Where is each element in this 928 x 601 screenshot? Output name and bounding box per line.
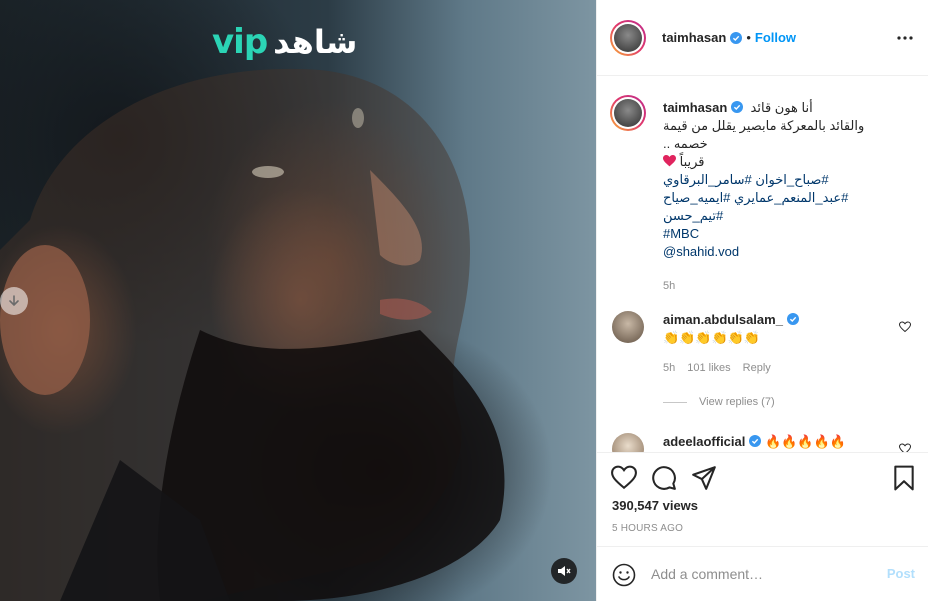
mute-button[interactable] — [551, 558, 577, 584]
header-user-row: taimhasan • Follow — [662, 30, 796, 45]
add-comment-bar: Post — [597, 546, 928, 601]
caption-line-4-row: قريباً — [663, 153, 893, 171]
caption-first-line: taimhasan أنا هون قائد — [663, 99, 893, 117]
comment-body: adeelaofficial 🔥🔥🔥🔥🔥 — [663, 433, 873, 451]
views-count[interactable]: 390,547 views — [612, 498, 698, 513]
red-heart-icon — [663, 155, 676, 167]
caption-hashtag-mbc[interactable]: #MBC — [663, 225, 893, 243]
caption-hashtags-3[interactable]: #تيم_حسن — [663, 207, 893, 225]
brand-arabic-text: شاهد — [273, 23, 358, 61]
author-avatar[interactable] — [610, 20, 646, 56]
comment-icon[interactable] — [651, 465, 677, 491]
caption-hashtags-2[interactable]: #عبد_المنعم_عمايري #ايميه_صياح — [663, 189, 893, 207]
portrait-image — [0, 69, 505, 601]
comment-avatar[interactable] — [612, 433, 644, 452]
share-icon[interactable] — [691, 465, 717, 491]
comment-username[interactable]: aiman.abdulsalam_ — [663, 312, 783, 327]
view-replies-button[interactable]: View replies (7) — [663, 396, 775, 408]
caption-mention[interactable]: @shahid.vod — [663, 243, 893, 261]
caption-line-3: خصمه .. — [663, 136, 708, 151]
post-comment-button[interactable]: Post — [887, 566, 915, 581]
comments-list[interactable]: taimhasan أنا هون قائد والقائد بالمعركة … — [597, 77, 928, 452]
speaker-muted-icon — [558, 566, 571, 576]
view-replies-label: View replies (7) — [699, 396, 775, 408]
caption: taimhasan أنا هون قائد والقائد بالمعركة … — [663, 99, 893, 295]
post-actions: 390,547 views 5 HOURS AGO — [597, 452, 928, 546]
comment-text: 🔥🔥🔥🔥🔥 — [765, 434, 846, 449]
like-comment-heart-icon[interactable] — [899, 443, 911, 452]
verified-badge-icon — [786, 313, 799, 325]
verified-badge-icon — [731, 101, 744, 113]
comment-input[interactable] — [651, 563, 871, 585]
caption-line-1: أنا هون قائد — [750, 100, 813, 115]
emoji-smiley-icon[interactable] — [612, 563, 636, 587]
more-horizontal-icon[interactable] — [895, 28, 915, 48]
view-replies-divider — [663, 401, 687, 403]
shahid-vip-logo: vip شاهد — [212, 22, 357, 62]
caption-line-2: والقائد بالمعركة مابصير يقلل من قيمة — [663, 118, 865, 133]
caption-username[interactable]: taimhasan — [663, 100, 727, 115]
brand-vip-text: vip — [212, 22, 268, 62]
comment-likes[interactable]: 101 likes — [687, 362, 730, 374]
post-side-panel: taimhasan • Follow taimhasan أنا هون قائ… — [596, 0, 928, 601]
header-separator-dot: • — [746, 30, 751, 45]
post-media[interactable]: vip شاهد — [0, 0, 596, 601]
comment-meta: 5h 101 likes Reply — [663, 362, 771, 374]
comment-avatar[interactable] — [612, 311, 644, 343]
comment-time[interactable]: 5h — [663, 362, 675, 374]
heart-icon[interactable] — [611, 465, 637, 491]
media-nav-button[interactable] — [0, 287, 28, 315]
header-username[interactable]: taimhasan — [662, 30, 726, 45]
comment-username[interactable]: adeelaofficial — [663, 434, 745, 449]
follow-button[interactable]: Follow — [755, 30, 796, 45]
caption-time[interactable]: 5h — [663, 277, 893, 295]
like-comment-heart-icon[interactable] — [899, 321, 911, 333]
chevron-down-icon — [9, 295, 19, 307]
verified-badge-icon — [730, 31, 743, 44]
caption-hashtags-1[interactable]: #صباح_اخوان #سامر_البرقاوي — [663, 171, 893, 189]
verified-badge-icon — [749, 435, 762, 447]
post-timestamp[interactable]: 5 HOURS AGO — [612, 523, 683, 534]
post-header: taimhasan • Follow — [597, 0, 928, 76]
caption-author-avatar[interactable] — [610, 95, 646, 131]
comment-text: 👏👏👏👏👏👏 — [663, 330, 761, 345]
bookmark-icon[interactable] — [891, 465, 917, 491]
comment-reply-button[interactable]: Reply — [743, 362, 771, 374]
caption-line-4: قريباً — [679, 154, 705, 169]
comment-body: aiman.abdulsalam_ 👏👏👏👏👏👏 — [663, 311, 873, 347]
